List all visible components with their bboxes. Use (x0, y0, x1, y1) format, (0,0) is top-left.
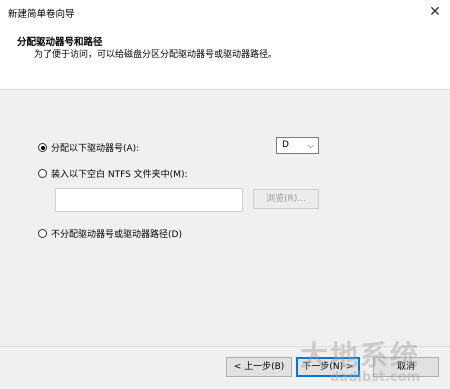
drive-letter-select[interactable]: D ⌵ (276, 137, 319, 154)
back-button[interactable]: < 上一步(B) (226, 357, 292, 377)
folder-path-input[interactable] (55, 188, 243, 212)
no-assign-radio[interactable] (38, 229, 47, 238)
wizard-content (0, 90, 450, 346)
browse-button[interactable]: 浏览(R)... (253, 189, 319, 209)
no-assign-label: 不分配驱动器号或驱动器路径(D) (51, 230, 182, 240)
mount-folder-option[interactable]: 装入以下空白 NTFS 文件夹中(M): (38, 167, 188, 180)
mount-folder-radio[interactable] (38, 169, 47, 178)
assign-letter-radio[interactable] (38, 143, 47, 152)
page-title: 分配驱动器号和路径 (17, 37, 103, 48)
chevron-down-icon: ⌵ (307, 141, 314, 150)
no-assign-option[interactable]: 不分配驱动器号或驱动器路径(D) (38, 227, 182, 240)
title-bar: 新建简单卷向导 ✕ (0, 0, 450, 26)
assign-letter-label: 分配以下驱动器号(A): (51, 144, 140, 154)
window-title: 新建简单卷向导 (8, 9, 75, 20)
page-subtitle: 为了便于访问，可以给磁盘分区分配驱动器号或驱动器路径。 (34, 50, 278, 60)
close-icon[interactable]: ✕ (420, 0, 450, 26)
assign-letter-option[interactable]: 分配以下驱动器号(A): (38, 141, 139, 154)
mount-folder-label: 装入以下空白 NTFS 文件夹中(M): (51, 170, 188, 180)
watermark-text: 大地系统 (300, 339, 421, 372)
drive-letter-value: D (282, 140, 289, 150)
watermark-subtext: dadibst.com (330, 370, 421, 385)
wizard-header: 分配驱动器号和路径 为了便于访问，可以给磁盘分区分配驱动器号或驱动器路径。 (0, 26, 450, 90)
